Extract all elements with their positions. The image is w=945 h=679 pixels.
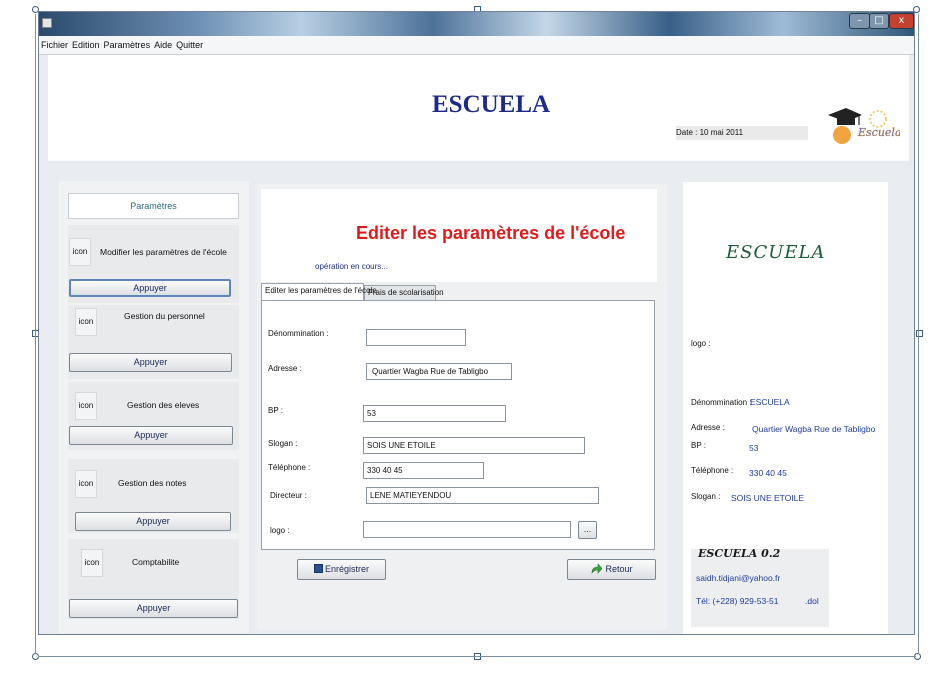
denomination-label: Dénommination : [268, 329, 329, 338]
placeholder-icon: icon [69, 238, 91, 266]
save-button[interactable]: Enrégistrer [297, 559, 386, 580]
placeholder-icon: icon [75, 308, 97, 336]
credits-email: saidh.tidjani@yahoo.fr [696, 573, 781, 583]
selection-frame-right [918, 14, 919, 654]
info-panel: ESCUELA logo : Dénommination : ESCUELA A… [683, 182, 888, 634]
save-button-label: Enrégistrer [324, 564, 369, 574]
directeur-label: Directeur : [270, 491, 307, 500]
credits-suffix: .dol [805, 596, 819, 606]
minimize-button[interactable]: – [849, 13, 870, 29]
info-telephone-value: 330 40 45 [749, 468, 787, 478]
telephone-label: Téléphone : [268, 463, 311, 472]
gestion-notes-button[interactable]: Appuyer [75, 512, 231, 531]
placeholder-icon: icon [75, 392, 97, 420]
edit-heading-box: Editer les paramètres de l'école opérati… [261, 189, 657, 282]
application-window: – □ x Fichier Edition Paramètres Aide Quitte… [38, 11, 915, 635]
sidebar-item-label: Gestion des notes [118, 478, 187, 488]
floppy-disk-icon [313, 564, 323, 573]
info-telephone-label: Téléphone : [691, 466, 734, 475]
slogan-field[interactable]: SOIS UNE ETOILE [363, 437, 585, 454]
telephone-field[interactable]: 330 40 45 [363, 462, 484, 479]
close-button[interactable]: x [889, 13, 914, 29]
info-adresse-label: Adresse : [691, 423, 725, 432]
placeholder-icon: icon [81, 549, 103, 577]
sidebar-item-personnel: icon Gestion du personnel Appuyer [68, 305, 239, 379]
escuela-logo: Escuela [824, 103, 902, 147]
bp-label: BP : [268, 406, 283, 415]
app-title: ESCUELA [432, 91, 551, 118]
logo-text: Escuela [857, 126, 900, 139]
denomination-field[interactable] [366, 329, 466, 346]
sidebar-item-label: Modifier les paramètres de l'école [100, 247, 227, 257]
bp-field[interactable]: 53 [363, 405, 506, 422]
sidebar-title-box: Paramètres [68, 193, 239, 219]
menu-parametres[interactable]: Paramètres [102, 36, 153, 52]
sidebar-panel: Paramètres icon Modifier les paramètres … [59, 181, 249, 633]
sidebar-title: Paramètres [130, 201, 177, 211]
info-denomination-label: Dénommination : [691, 398, 752, 407]
back-button-label: Retour [605, 564, 633, 574]
sidebar-item-eleves: icon Gestion des eleves Appuyer [68, 382, 239, 450]
gestion-eleves-button[interactable]: Appuyer [69, 426, 233, 445]
date-row: Date : 10 mai 2011 [676, 126, 808, 140]
sidebar-item-label: Gestion du personnel [124, 311, 205, 321]
info-slogan-value: SOIS UNE ETOILE [731, 493, 805, 503]
java-app-icon [42, 18, 52, 28]
placeholder-icon: icon [75, 470, 97, 498]
adresse-field[interactable]: Quartier Wagba Rue de Tabligbo [366, 363, 512, 380]
slogan-label: Slogan : [268, 439, 298, 448]
selection-frame-left [35, 14, 36, 654]
date-label: Date : [676, 128, 698, 137]
logo-path-field[interactable] [363, 521, 571, 538]
menu-fichier[interactable]: Fichier [39, 36, 70, 52]
credits-box: ESCUELA 0.2 saidh.tidjani@yahoo.fr Tél: … [691, 547, 829, 627]
operation-status: opération en cours... [315, 262, 388, 271]
form-tab-content: Dénommination : Adresse : Quartier Wagba… [261, 300, 655, 550]
date-value: 10 mai 2011 [699, 128, 744, 137]
info-title: ESCUELA [726, 242, 826, 263]
sidebar-item-notes: icon Gestion des notes Appuyer [68, 459, 239, 533]
gestion-personnel-button[interactable]: Appuyer [69, 353, 232, 372]
info-adresse-value: Quartier Wagba Rue de Tabligbo [752, 424, 876, 434]
sidebar-item-modifier: icon Modifier les paramètres de l'école … [68, 225, 239, 303]
menubar: Fichier Edition Paramètres Aide Quitter [39, 36, 914, 55]
maximize-button[interactable]: □ [869, 13, 889, 29]
adresse-label: Adresse : [268, 364, 302, 373]
sidebar-item-label: Comptabilite [132, 557, 180, 567]
info-logo-label: logo : [691, 339, 711, 348]
tab-editer-parametres[interactable]: Editer les paramètres de l'école [261, 283, 377, 300]
logo-label: logo : [270, 526, 290, 535]
menu-aide[interactable]: Aide [152, 36, 174, 52]
info-bp-label: BP : [691, 441, 706, 450]
menu-edition[interactable]: Edition [70, 36, 102, 52]
directeur-field[interactable]: LENE MATIEYENDOU [366, 487, 599, 504]
credits-title: ESCUELA 0.2 [698, 547, 781, 560]
return-arrow-icon [590, 563, 603, 582]
credits-phone: Tél: (+228) 929-53-51 [696, 596, 779, 606]
sidebar-item-comptabilite: icon Comptabilite Appuyer [68, 539, 239, 619]
back-button[interactable]: Retour [567, 559, 656, 580]
info-slogan-label: Slogan : [691, 492, 721, 501]
info-bp-value: 53 [749, 443, 759, 453]
window-titlebar[interactable]: – □ x [39, 12, 914, 36]
edit-heading: Editer les paramètres de l'école [356, 223, 626, 243]
selection-frame-bottom [38, 656, 916, 657]
modifier-parametres-button[interactable]: Appuyer [69, 279, 231, 297]
menu-quitter[interactable]: Quitter [174, 36, 205, 52]
comptabilite-button[interactable]: Appuyer [69, 599, 238, 618]
sidebar-item-label: Gestion des eleves [127, 400, 200, 410]
browse-logo-button[interactable]: ... [578, 521, 597, 539]
header-banner: ESCUELA Date : 10 mai 2011 Escuela [48, 55, 909, 161]
info-denomination-value: ESCUELA [750, 397, 790, 407]
